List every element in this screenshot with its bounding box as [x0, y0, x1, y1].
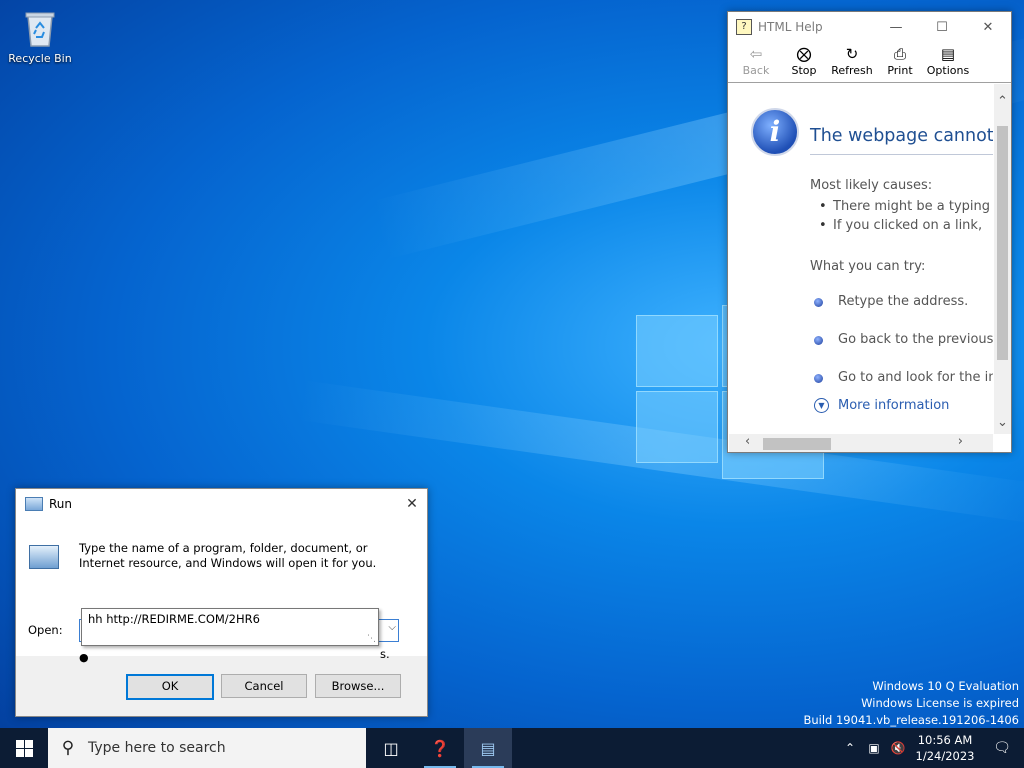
scroll-right-icon[interactable]: › — [958, 434, 963, 449]
chevron-down-icon[interactable]: ⌵ — [388, 622, 396, 633]
start-button[interactable] — [0, 728, 48, 768]
clock-date: 1/24/2023 — [915, 749, 975, 763]
browse-button[interactable]: Browse... — [315, 674, 401, 698]
windows-logo-icon — [15, 739, 33, 757]
cause-item: If you clicked on a link, — [819, 218, 982, 233]
taskbar-html-help[interactable]: ❓ — [416, 728, 464, 768]
chevron-down-icon: ▼ — [814, 398, 829, 413]
refresh-icon: ↻ — [845, 45, 859, 63]
desktop-icon-recycle-bin[interactable]: Recycle Bin — [6, 8, 74, 65]
close-button[interactable]: ✕ — [965, 12, 1011, 42]
system-tray: ⌃ ▣ 🔇 10:56 AM 1/24/2023 🗨 — [838, 728, 1024, 768]
help-toolbar: ⇦ Back ⨂ Stop ↻ Refresh ⎙ Print ▤ Option… — [728, 42, 1011, 83]
try-item-text: Retype the address. — [838, 294, 969, 309]
run-description: Type the name of a program, folder, docu… — [79, 541, 377, 570]
try-item: Go to and look for the in — [814, 370, 993, 385]
try-item-text: Go back to the previous p — [838, 332, 993, 347]
maximize-button[interactable]: ☐ — [919, 12, 965, 42]
clock-time: 10:56 AM — [917, 733, 973, 747]
refresh-label: Refresh — [831, 64, 873, 77]
help-app-icon: ? — [736, 19, 752, 35]
run-app-icon — [25, 497, 43, 511]
task-view-button[interactable]: ◫ — [366, 728, 416, 768]
help-title: HTML Help — [758, 20, 823, 34]
watermark-line: Windows 10 Q Evaluation — [872, 679, 1019, 693]
taskbar-run[interactable]: ▤ — [464, 728, 512, 768]
search-icon: ⚲ — [61, 738, 75, 758]
info-icon: i — [751, 108, 799, 156]
ok-button[interactable]: OK — [126, 674, 214, 700]
clock[interactable]: 10:56 AM 1/24/2023 — [910, 732, 980, 764]
run-icon — [29, 545, 59, 569]
causes-title: Most likely causes: — [810, 178, 933, 193]
chevron-up-icon[interactable]: ⌃ — [838, 741, 862, 755]
horizontal-scrollbar[interactable]: ‹ › — [729, 434, 993, 452]
print-label: Print — [887, 64, 913, 77]
scroll-down-icon[interactable]: ⌄ — [997, 415, 1008, 430]
try-item: Retype the address. — [814, 294, 968, 309]
volume-muted-icon[interactable]: 🔇 — [886, 741, 910, 755]
vertical-scrollbar[interactable]: ⌃ ⌄ — [994, 84, 1011, 434]
scroll-thumb[interactable] — [763, 438, 831, 450]
evaluation-watermark: Windows 10 Q Evaluation Windows License … — [803, 678, 1019, 728]
help-content: i The webpage cannot be Most likely caus… — [729, 84, 993, 434]
options-icon: ▤ — [940, 45, 956, 63]
error-heading: The webpage cannot be — [810, 126, 993, 146]
print-button[interactable]: ⎙ Print — [876, 42, 924, 82]
run-icon: ▤ — [480, 738, 496, 758]
html-help-icon: ❓ — [430, 738, 450, 758]
taskbar-search-box[interactable]: ⚲ Type here to search — [48, 728, 366, 768]
try-item: Go back to the previous p — [814, 332, 993, 347]
obscured-text-end: s. — [380, 647, 390, 661]
cause-item: There might be a typing — [819, 199, 990, 214]
desktop-icon-label: Recycle Bin — [8, 52, 72, 65]
stop-icon: ⨂ — [796, 45, 812, 63]
stop-button[interactable]: ⨂ Stop — [780, 42, 828, 82]
watermark-line: Windows License is expired — [861, 696, 1019, 710]
scroll-thumb[interactable] — [997, 126, 1008, 360]
bullet-icon — [814, 336, 823, 345]
run-dialog: Run ✕ Type the name of a program, folder… — [15, 488, 428, 717]
autocomplete-item[interactable]: hh http://REDIRME.COM/2HR6 — [82, 609, 378, 629]
autocomplete-dropdown: hh http://REDIRME.COM/2HR6 ⋱ — [81, 608, 379, 646]
try-item-text: Go to and look for the in — [838, 370, 993, 385]
heading-divider — [810, 154, 993, 155]
cancel-button[interactable]: Cancel — [221, 674, 307, 698]
more-information-link[interactable]: ▼ More information — [814, 398, 949, 413]
close-button[interactable]: ✕ — [397, 496, 427, 512]
back-label: Back — [742, 64, 770, 77]
network-icon[interactable]: ▣ — [862, 741, 886, 755]
taskbar: ⚲ Type here to search ◫ ❓ ▤ ⌃ ▣ 🔇 10:56 … — [0, 728, 1024, 768]
bullet-icon — [814, 374, 823, 383]
recycle-bin-icon — [22, 8, 58, 48]
try-title: What you can try: — [810, 259, 926, 274]
html-help-window: ? HTML Help — ☐ ✕ ⇦ Back ⨂ Stop ↻ Refres… — [727, 11, 1012, 453]
more-info-text: More information — [838, 398, 950, 413]
printer-icon: ⎙ — [893, 45, 906, 63]
help-titlebar[interactable]: ? HTML Help — ☐ ✕ — [728, 12, 1011, 42]
scroll-up-icon[interactable]: ⌃ — [997, 94, 1008, 109]
open-label: Open: — [28, 623, 63, 637]
options-label: Options — [926, 64, 970, 77]
run-titlebar[interactable]: Run ✕ — [16, 489, 427, 519]
minimize-button[interactable]: — — [873, 12, 919, 42]
back-arrow-icon: ⇦ — [749, 45, 763, 63]
search-placeholder: Type here to search — [88, 740, 226, 756]
stop-label: Stop — [791, 64, 817, 77]
bullet-icon — [814, 298, 823, 307]
options-button[interactable]: ▤ Options — [924, 42, 972, 82]
watermark-line: Build 19041.vb_release.191206-1406 — [803, 713, 1019, 727]
run-title: Run — [49, 497, 73, 511]
back-button[interactable]: ⇦ Back — [732, 42, 780, 82]
obscured-text-start: ● — [79, 651, 89, 664]
task-view-icon: ◫ — [383, 738, 399, 758]
notification-icon[interactable]: 🗨 — [980, 740, 1024, 756]
refresh-button[interactable]: ↻ Refresh — [828, 42, 876, 82]
resize-grip-icon[interactable]: ⋱ — [367, 634, 376, 644]
scroll-left-icon[interactable]: ‹ — [745, 434, 750, 449]
